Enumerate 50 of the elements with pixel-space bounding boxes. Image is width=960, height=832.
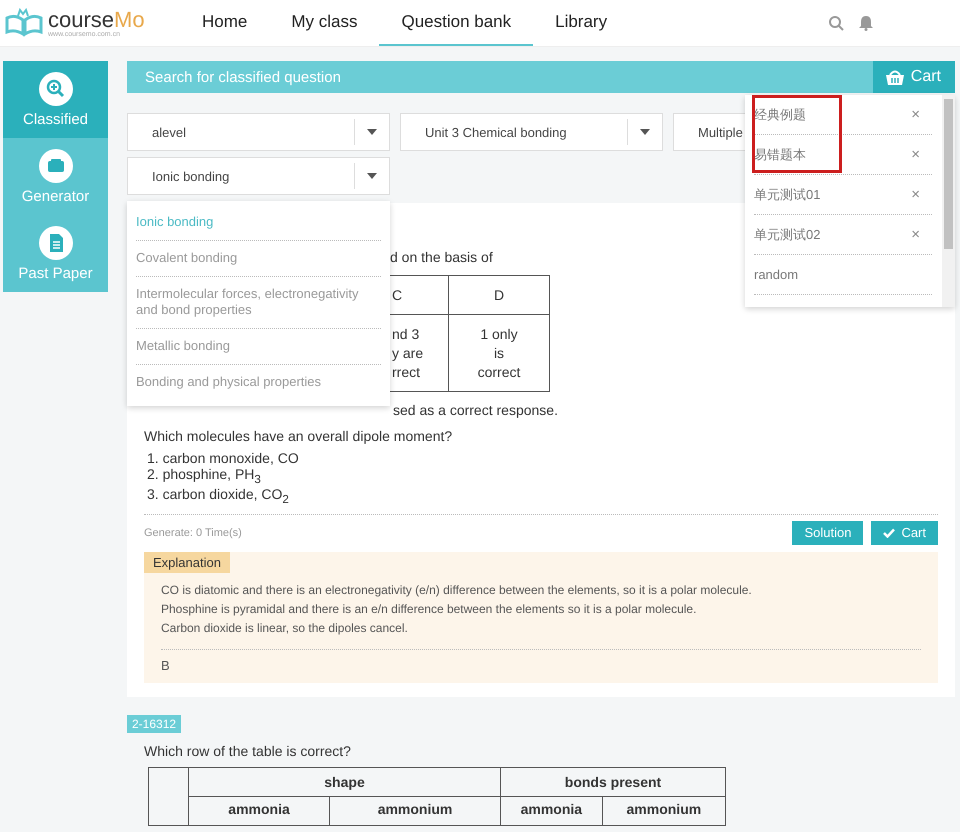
brand-name: courseMo [48, 8, 145, 30]
cart-button[interactable]: Cart [872, 61, 955, 93]
explanation-text: Phosphine is pyramidal and there is an e/n difference between the elements so it is a polar molecule. [161, 602, 698, 616]
solution-button[interactable]: Solution [792, 520, 864, 545]
table-cell: D [448, 276, 550, 314]
cart-item[interactable]: 单元测试01 × [754, 175, 932, 215]
remove-button[interactable]: × [911, 186, 932, 203]
table-header: ammonia [188, 796, 330, 826]
dropdown-option[interactable]: Covalent bonding [136, 241, 381, 277]
question-text: sed as a correct response. [392, 402, 558, 418]
select-field[interactable]: Unit 3 Chemical bonding [400, 113, 663, 151]
select-field[interactable]: Ionic bonding [127, 157, 390, 195]
sidebar-item[interactable]: Classified [3, 61, 108, 138]
dropdown-option[interactable]: Intermolecular forces, electronegativity and bond properties [136, 277, 381, 329]
nav-tab[interactable]: My class [269, 0, 380, 46]
nav-tab[interactable]: Home [180, 0, 270, 46]
question-id: 2-16312 [127, 714, 182, 733]
question-text: d on the basis of [390, 249, 494, 265]
statement: 3. carbon dioxide, CO$_{2}$ [147, 486, 290, 506]
table-header: bonds present [500, 767, 726, 796]
statement: 1. carbon monoxide, CO [147, 450, 300, 466]
table-header: shape [188, 767, 500, 796]
explanation-label: Explanation [144, 552, 230, 573]
question-prompt: Which row of the table is correct? [144, 742, 352, 759]
search-title: Search for classified question [144, 68, 342, 86]
explanation-text: Carbon dioxide is linear, so the dipoles cancel. [161, 620, 409, 635]
cart-item[interactable]: random [754, 255, 932, 295]
remove-button[interactable]: × [911, 226, 932, 243]
question-prompt: Which molecules have an overall dipole moment? [144, 428, 454, 444]
select-field[interactable]: alevel [127, 113, 390, 151]
table-header: ammonium [330, 796, 500, 826]
explanation-text: CO is diatomic and there is an electronegativity (e/n) difference between the elements, so it is a polar molecule. [161, 582, 753, 597]
nav-tab[interactable]: Library [533, 0, 630, 46]
table-cell: 1 only is correct [448, 314, 550, 392]
sidebar-item[interactable]: Generator [3, 138, 108, 215]
generate-count: Generate: 0 Time(s) [144, 526, 243, 539]
answer-text: B [160, 656, 171, 673]
cart-item[interactable]: 易错题本 × [754, 135, 932, 175]
dropdown-option[interactable]: Ionic bonding [136, 205, 381, 241]
cart-button[interactable]: Cart [871, 520, 938, 545]
remove-button[interactable]: × [911, 146, 932, 163]
nav-tab[interactable]: Question bank [379, 0, 534, 46]
sidebar-item[interactable]: Past Paper [3, 215, 108, 292]
cart-item[interactable]: 单元测试02 × [754, 215, 932, 255]
table-header: ammonium [602, 796, 726, 826]
table-header: ammonia [500, 796, 602, 826]
dropdown-option[interactable]: Metallic bonding [136, 329, 381, 365]
dropdown-option[interactable]: Bonding and physical properties [136, 365, 381, 400]
remove-button[interactable]: × [911, 106, 932, 123]
statement: 2. phosphine, PH$_{3}$ [147, 466, 262, 486]
